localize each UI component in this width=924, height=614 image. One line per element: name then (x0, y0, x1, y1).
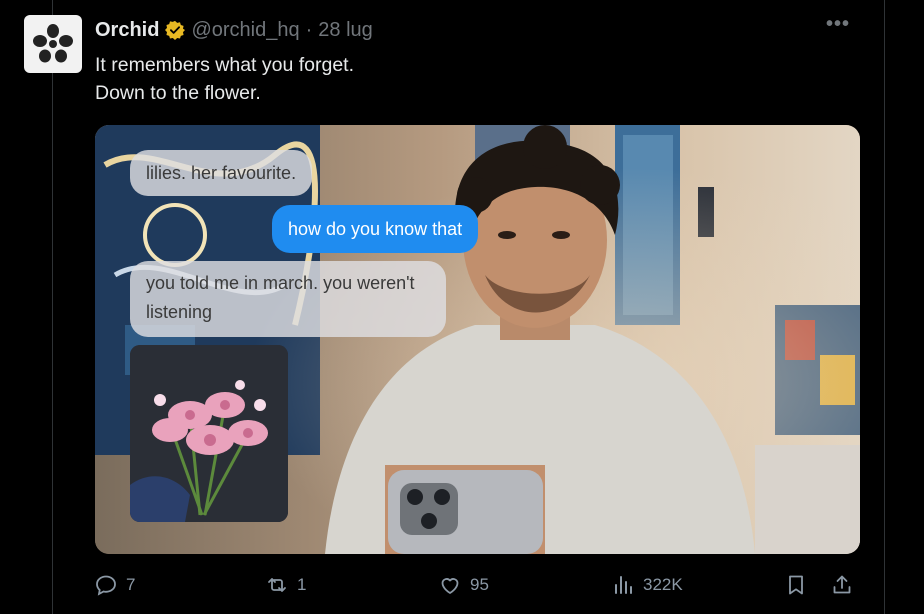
verified-badge-icon[interactable] (165, 20, 186, 40)
reply-icon (96, 575, 116, 596)
author-name[interactable]: Orchid (95, 19, 159, 42)
post-header: Orchid @orchid_hq · 28 lug (95, 16, 373, 44)
post-media[interactable]: lilies. her favourite. how do you know t… (95, 125, 860, 554)
post-text-line-2: Down to the flower. (95, 82, 261, 104)
flower-photo (130, 345, 288, 522)
like-button[interactable]: 95 (438, 573, 489, 597)
reply-button[interactable]: 7 (94, 573, 135, 597)
post-actions: 7 1 95 322K (0, 567, 924, 607)
timeline-border-left (52, 0, 53, 614)
chat-bubble-received-1: lilies. her favourite. (130, 150, 313, 196)
timeline-border-right (884, 0, 885, 614)
avatar[interactable] (24, 15, 82, 73)
more-icon[interactable]: ••• (826, 13, 850, 36)
repost-icon (268, 578, 286, 592)
like-icon (441, 578, 459, 594)
views-count: 322K (643, 575, 683, 594)
post-date[interactable]: 28 lug (318, 19, 373, 42)
post-text-line-1: It remembers what you forget. (95, 54, 355, 76)
bookmark-button[interactable] (784, 573, 808, 597)
lilies-bouquet-icon (130, 345, 288, 522)
post-text: It remembers what you forget. Down to th… (95, 51, 354, 107)
orchid-logo-icon (33, 24, 73, 63)
bookmark-icon (789, 575, 803, 595)
like-count: 95 (470, 575, 489, 594)
share-icon (833, 575, 851, 594)
repost-count: 1 (297, 575, 307, 594)
views-icon (615, 576, 632, 594)
reply-count: 7 (126, 575, 136, 594)
chat-bubble-received-2: you told me in march. you weren't listen… (130, 261, 446, 337)
share-button[interactable] (830, 573, 854, 597)
chat-bubble-sent-1: how do you know that (272, 205, 479, 253)
repost-button[interactable]: 1 (265, 573, 306, 597)
views-button[interactable]: 322K (611, 573, 683, 597)
separator-dot: · (305, 18, 313, 41)
author-handle[interactable]: @orchid_hq (191, 19, 299, 42)
